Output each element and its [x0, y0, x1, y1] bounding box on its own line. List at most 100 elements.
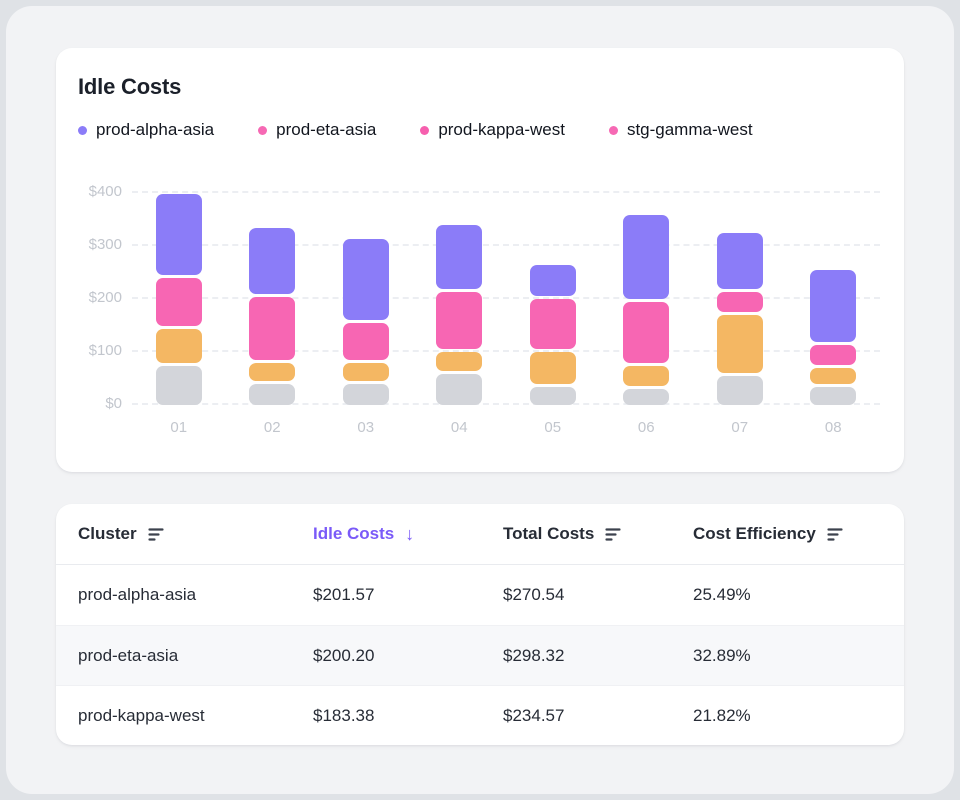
sort-lines-icon	[605, 528, 622, 541]
bar-segment-pink-segment[interactable]	[623, 302, 669, 363]
bar-05[interactable]	[530, 265, 576, 405]
y-axis-tick-label: $400	[78, 183, 122, 200]
x-axis-tick-label: 05	[530, 419, 576, 436]
x-axis-tick-label: 08	[810, 419, 856, 436]
chart-x-axis: 01 02 03 04 05 06 07 08	[132, 419, 880, 436]
bar-segment-purple-segment[interactable]	[530, 265, 576, 296]
legend-dot-icon	[258, 126, 267, 135]
chart-bars	[132, 180, 880, 405]
legend-label: prod-alpha-asia	[96, 120, 214, 140]
y-axis-tick-label: $0	[78, 395, 122, 412]
bar-segment-pink-segment[interactable]	[717, 292, 763, 313]
sort-arrow-down-icon: ↓	[405, 525, 414, 543]
bar-segment-purple-segment[interactable]	[249, 228, 295, 294]
bar-segment-orange-segment[interactable]	[156, 329, 202, 363]
column-label: Cost Efficiency	[693, 524, 816, 544]
table-row-prod-kappa-west[interactable]: prod-kappa-west$183.38$234.5721.82%	[56, 685, 904, 745]
legend-dot-icon	[420, 126, 429, 135]
legend-item-prod-alpha-asia[interactable]: prod-alpha-asia	[78, 120, 214, 140]
column-label: Total Costs	[503, 524, 594, 544]
bar-06[interactable]	[623, 215, 669, 405]
chart-title: Idle Costs	[78, 74, 882, 100]
bar-07[interactable]	[717, 233, 763, 405]
bar-segment-gray-segment[interactable]	[623, 389, 669, 405]
column-label: Cluster	[78, 524, 137, 544]
cell-cost-efficiency: 21.82%	[693, 706, 882, 726]
cell-total-costs: $298.32	[503, 646, 693, 666]
table-row-prod-eta-asia[interactable]: prod-eta-asia$200.20$298.3232.89%	[56, 625, 904, 685]
y-axis-tick-label: $200	[78, 289, 122, 306]
bar-segment-purple-segment[interactable]	[156, 194, 202, 276]
x-axis-tick-label: 03	[343, 419, 389, 436]
stacked-bar-chart: $0$100$200$300$400	[78, 180, 882, 405]
sort-lines-icon	[148, 528, 165, 541]
x-axis-tick-label: 01	[156, 419, 202, 436]
bar-segment-gray-segment[interactable]	[717, 376, 763, 405]
clusters-table-card: Cluster Idle Costs ↓ Total Costs Cost Effici…	[56, 504, 904, 745]
legend-dot-icon	[609, 126, 618, 135]
x-axis-tick-label: 02	[249, 419, 295, 436]
column-header-total-costs[interactable]: Total Costs	[503, 524, 693, 544]
cell-cluster: prod-kappa-west	[78, 706, 313, 726]
cell-cost-efficiency: 32.89%	[693, 646, 882, 666]
x-axis-tick-label: 07	[717, 419, 763, 436]
bar-segment-gray-segment[interactable]	[530, 387, 576, 405]
bar-segment-pink-segment[interactable]	[810, 345, 856, 366]
bar-segment-orange-segment[interactable]	[436, 352, 482, 370]
bar-segment-pink-segment[interactable]	[156, 278, 202, 325]
bar-segment-purple-segment[interactable]	[623, 215, 669, 299]
bar-segment-gray-segment[interactable]	[249, 384, 295, 405]
idle-costs-chart-card: Idle Costs prod-alpha-asiaprod-eta-asiap…	[56, 48, 904, 472]
legend-label: prod-eta-asia	[276, 120, 376, 140]
table-header-row: Cluster Idle Costs ↓ Total Costs Cost Effici…	[56, 504, 904, 565]
cell-cost-efficiency: 25.49%	[693, 585, 882, 605]
bar-02[interactable]	[249, 228, 295, 405]
bar-01[interactable]	[156, 194, 202, 405]
cell-total-costs: $234.57	[503, 706, 693, 726]
x-axis-tick-label: 06	[623, 419, 669, 436]
bar-segment-gray-segment[interactable]	[343, 384, 389, 405]
legend-item-prod-kappa-west[interactable]: prod-kappa-west	[420, 120, 565, 140]
column-header-cluster[interactable]: Cluster	[78, 524, 313, 544]
table-body: prod-alpha-asia$201.57$270.5425.49%prod-…	[56, 565, 904, 745]
cell-idle-costs: $200.20	[313, 646, 503, 666]
bar-03[interactable]	[343, 239, 389, 405]
legend-dot-icon	[78, 126, 87, 135]
legend-label: prod-kappa-west	[438, 120, 565, 140]
column-header-idle-costs[interactable]: Idle Costs ↓	[313, 524, 503, 544]
bar-segment-purple-segment[interactable]	[343, 239, 389, 321]
bar-segment-orange-segment[interactable]	[530, 352, 576, 383]
bar-segment-orange-segment[interactable]	[810, 368, 856, 384]
bar-segment-gray-segment[interactable]	[156, 366, 202, 405]
legend-label: stg-gamma-west	[627, 120, 753, 140]
cell-idle-costs: $201.57	[313, 585, 503, 605]
legend-item-prod-eta-asia[interactable]: prod-eta-asia	[258, 120, 376, 140]
table-row-prod-alpha-asia[interactable]: prod-alpha-asia$201.57$270.5425.49%	[56, 565, 904, 625]
bar-segment-purple-segment[interactable]	[717, 233, 763, 288]
cell-cluster: prod-eta-asia	[78, 646, 313, 666]
bar-segment-orange-segment[interactable]	[249, 363, 295, 381]
bar-segment-pink-segment[interactable]	[530, 299, 576, 349]
bar-segment-purple-segment[interactable]	[810, 270, 856, 341]
bar-segment-pink-segment[interactable]	[343, 323, 389, 360]
bar-segment-pink-segment[interactable]	[249, 297, 295, 360]
bar-segment-orange-segment[interactable]	[343, 363, 389, 381]
column-header-cost-efficiency[interactable]: Cost Efficiency	[693, 524, 882, 544]
bar-08[interactable]	[810, 270, 856, 405]
x-axis-tick-label: 04	[436, 419, 482, 436]
bar-04[interactable]	[436, 225, 482, 405]
chart-legend: prod-alpha-asia prod-eta-asia prod-kappa-w…	[78, 120, 882, 140]
sort-lines-icon	[827, 528, 844, 541]
bar-segment-gray-segment[interactable]	[436, 374, 482, 405]
bar-segment-orange-segment[interactable]	[717, 315, 763, 373]
bar-segment-gray-segment[interactable]	[810, 387, 856, 405]
cell-cluster: prod-alpha-asia	[78, 585, 313, 605]
dashboard-page: Idle Costs prod-alpha-asiaprod-eta-asiap…	[6, 6, 954, 794]
y-axis-tick-label: $300	[78, 236, 122, 253]
cell-idle-costs: $183.38	[313, 706, 503, 726]
bar-segment-purple-segment[interactable]	[436, 225, 482, 288]
bar-segment-orange-segment[interactable]	[623, 366, 669, 387]
column-label: Idle Costs	[313, 524, 394, 544]
bar-segment-pink-segment[interactable]	[436, 292, 482, 350]
legend-item-stg-gamma-west[interactable]: stg-gamma-west	[609, 120, 753, 140]
